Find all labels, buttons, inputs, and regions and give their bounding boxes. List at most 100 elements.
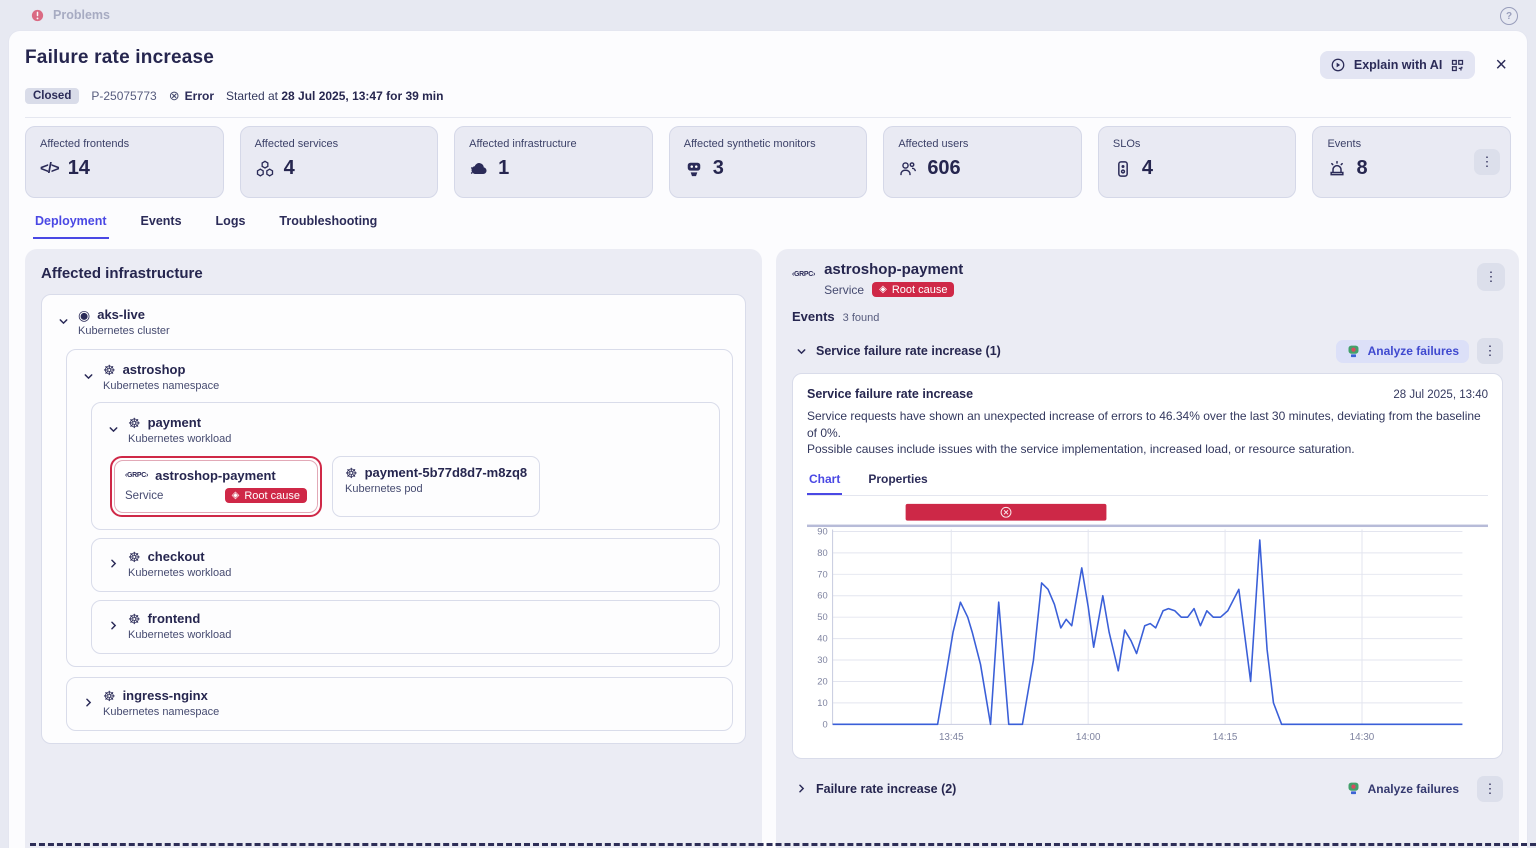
node-name[interactable]: frontend: [148, 611, 201, 626]
kebab-icon: ⋮: [1484, 781, 1497, 797]
event-section-service-failure-rate: Service failure rate increase (1) Analyz…: [792, 338, 1503, 364]
root-cause-badge: ◈ Root cause: [872, 282, 954, 297]
node-name[interactable]: checkout: [148, 549, 205, 564]
chevron-down-icon[interactable]: [104, 415, 122, 435]
tab-chart[interactable]: Chart: [807, 468, 842, 495]
entity-menu-button[interactable]: ⋮: [1477, 263, 1505, 291]
analyze-failures-label: Analyze failures: [1368, 344, 1459, 358]
tab-properties[interactable]: Properties: [866, 468, 929, 495]
node-type: Kubernetes namespace: [103, 706, 219, 718]
kubernetes-workload-icon: ☸: [128, 550, 141, 564]
events-heading: Events: [792, 309, 835, 324]
card-affected-services[interactable]: Affected services 4: [240, 126, 439, 198]
help-icon[interactable]: ?: [1500, 7, 1518, 25]
affected-infrastructure-title: Affected infrastructure: [41, 265, 746, 282]
problems-app-icon: [30, 8, 45, 23]
root-cause-highlight-ring: ‹GRPC› astroshop-payment Service ◈ Root …: [110, 456, 322, 517]
analyze-failures-button[interactable]: Analyze failures: [1336, 777, 1469, 800]
kubernetes-workload-icon: ☸: [128, 416, 141, 430]
svg-text:50: 50: [817, 612, 827, 622]
tree-node-astroshop[interactable]: ☸ astroshop Kubernetes namespace: [66, 349, 733, 667]
node-type: Service: [125, 490, 163, 502]
event-section-menu-button[interactable]: ⋮: [1477, 338, 1503, 364]
severity-label: Error: [185, 89, 214, 103]
entity-name: astroshop-payment: [824, 261, 963, 278]
tab-troubleshooting[interactable]: Troubleshooting: [277, 208, 379, 239]
kebab-icon: ⋮: [1484, 343, 1497, 359]
kebab-icon: ⋮: [1481, 154, 1494, 170]
close-icon[interactable]: ×: [1491, 55, 1511, 75]
kubernetes-workload-icon: ☸: [128, 612, 141, 626]
breadcrumb: Problems: [0, 0, 1536, 30]
node-name[interactable]: aks-live: [97, 307, 145, 322]
problem-tabs: Deployment Events Logs Troubleshooting: [9, 198, 1527, 239]
chevron-down-icon[interactable]: [79, 362, 97, 382]
event-section-menu-button[interactable]: ⋮: [1477, 776, 1503, 802]
node-name[interactable]: payment-5b77d8d7-m8zq8: [365, 465, 528, 480]
node-type: Kubernetes pod: [345, 483, 527, 495]
grpc-service-icon: ‹GRPC›: [125, 472, 148, 479]
card-value: 1: [498, 157, 509, 180]
tree-node-frontend[interactable]: ☸ frontend Kubernetes workload: [91, 600, 720, 654]
tree-node-aks-live[interactable]: ◉ aks-live Kubernetes cluster: [41, 294, 746, 744]
svg-text:14:15: 14:15: [1213, 732, 1238, 743]
events-count: 3 found: [843, 312, 880, 324]
users-icon: [898, 159, 918, 179]
svg-text:60: 60: [817, 590, 827, 600]
tab-events[interactable]: Events: [139, 208, 184, 239]
davis-copilot-icon: [1346, 781, 1361, 796]
tree-node-payment[interactable]: ☸ payment Kubernetes workload: [91, 402, 720, 530]
tab-deployment[interactable]: Deployment: [33, 208, 109, 239]
chevron-right-icon[interactable]: [792, 783, 810, 794]
card-affected-users[interactable]: Affected users 606: [883, 126, 1082, 198]
card-value: 4: [284, 157, 295, 180]
card-affected-infrastructure[interactable]: Affected infrastructure 1: [454, 126, 653, 198]
card-affected-synthetic-monitors[interactable]: Affected synthetic monitors 3: [669, 126, 868, 198]
card-affected-frontends[interactable]: Affected frontends </> 14: [25, 126, 224, 198]
davis-copilot-icon: [1346, 344, 1361, 359]
tab-logs[interactable]: Logs: [214, 208, 248, 239]
entity-detail-panel: ‹GRPC› astroshop-payment Service ◈ Root …: [776, 249, 1519, 848]
node-name[interactable]: ingress-nginx: [123, 688, 208, 703]
breadcrumb-app-name[interactable]: Problems: [53, 8, 110, 22]
tree-node-ingress-nginx[interactable]: ☸ ingress-nginx Kubernetes namespace: [66, 677, 733, 731]
card-events[interactable]: Events 8 ⋮: [1312, 126, 1511, 198]
chevron-right-icon[interactable]: [79, 688, 97, 708]
tree-node-payment-pod[interactable]: ☸ payment-5b77d8d7-m8zq8 Kubernetes pod: [332, 456, 540, 517]
problem-id: P-25075773: [91, 89, 156, 103]
node-name[interactable]: payment: [148, 415, 201, 430]
card-label: Affected frontends: [40, 138, 209, 150]
card-slos[interactable]: SLOs 4: [1098, 126, 1297, 198]
chevron-right-icon[interactable]: [104, 549, 122, 569]
card-value: 4: [1142, 157, 1153, 180]
svg-text:30: 30: [817, 655, 827, 665]
node-name[interactable]: astroshop: [123, 362, 186, 377]
event-card-tabs: Chart Properties: [807, 468, 1488, 496]
failure-rate-chart[interactable]: 13:4514:0014:1514:300102030405060708090: [807, 498, 1488, 750]
kubernetes-namespace-icon: ☸: [103, 363, 116, 377]
tree-node-checkout[interactable]: ☸ checkout Kubernetes workload: [91, 538, 720, 592]
event-section-title[interactable]: Failure rate increase (2): [816, 782, 956, 796]
node-name[interactable]: astroshop-payment: [155, 468, 276, 483]
event-description-line1: Service requests have shown an unexpecte…: [807, 408, 1488, 441]
chevron-down-icon[interactable]: [792, 346, 810, 357]
svg-text:14:30: 14:30: [1350, 732, 1375, 743]
node-type: Kubernetes cluster: [78, 325, 170, 337]
events-card-menu-button[interactable]: ⋮: [1474, 149, 1500, 175]
kubernetes-cluster-icon: ◉: [78, 308, 90, 322]
event-section-title[interactable]: Service failure rate increase (1): [816, 344, 1001, 358]
event-timestamp: 28 Jul 2025, 13:40: [1393, 389, 1488, 401]
svg-text:10: 10: [817, 697, 827, 707]
node-type: Kubernetes workload: [128, 433, 231, 445]
chevron-down-icon[interactable]: [54, 307, 72, 327]
problem-meta-row: Closed P-25075773 ⊗ Error Started at 28 …: [25, 88, 1511, 104]
grpc-service-icon: ‹GRPC›: [792, 261, 815, 278]
chevron-right-icon[interactable]: [104, 611, 122, 631]
tree-node-astroshop-payment-service[interactable]: ‹GRPC› astroshop-payment Service ◈ Root …: [114, 460, 318, 513]
cloud-icon: [469, 159, 489, 179]
help-glyph: ?: [1506, 11, 1512, 22]
analyze-failures-button[interactable]: Analyze failures: [1336, 340, 1469, 363]
root-cause-badge: ◈ Root cause: [225, 488, 307, 503]
explain-with-ai-button[interactable]: Explain with AI: [1320, 51, 1475, 79]
problems-app-window: Problems ? Failure rate increase Explain…: [0, 0, 1536, 848]
